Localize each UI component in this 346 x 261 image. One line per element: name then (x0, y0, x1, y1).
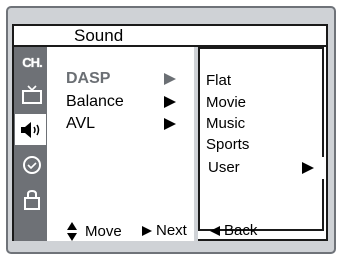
lock-icon-svg (24, 189, 40, 210)
right-arrow-icon (164, 118, 176, 130)
menu-title-bar: Sound (12, 24, 328, 47)
option-movie[interactable]: Movie (206, 94, 246, 112)
footer-back-label: Back (224, 222, 258, 239)
menu-item-label: AVL (66, 115, 96, 132)
speaker-icon[interactable] (15, 114, 46, 145)
ch-icon-label: CH. (22, 54, 42, 70)
option-user-label: User (208, 159, 240, 176)
menu-title: Sound (74, 26, 124, 45)
footer-next-label: Next (156, 222, 187, 239)
footer-move-label: Move (85, 223, 122, 240)
right-arrow-icon (164, 73, 176, 85)
right-arrow-icon (164, 96, 176, 108)
option-music[interactable]: Music (206, 115, 245, 133)
menu-item-label: DASP (66, 70, 111, 87)
option-user-selected[interactable]: User (204, 157, 324, 179)
footer-move: Move (67, 222, 122, 242)
right-arrow-icon (302, 162, 314, 174)
footer-back: Back (210, 222, 257, 240)
tv-icon-svg (22, 85, 42, 104)
ch-icon[interactable]: CH. (21, 51, 43, 73)
option-sports[interactable]: Sports (206, 136, 249, 154)
clock-icon[interactable] (21, 154, 43, 176)
menu-item-balance[interactable]: Balance (66, 93, 186, 111)
right-arrow-icon (142, 226, 152, 236)
option-flat[interactable]: Flat (206, 72, 231, 90)
clock-icon-svg (23, 156, 41, 174)
menu-item-label: Balance (66, 93, 124, 110)
menu-item-dasp[interactable]: DASP (66, 70, 186, 88)
up-down-arrow-icon (67, 222, 77, 242)
left-arrow-icon (210, 226, 220, 236)
lock-icon[interactable] (21, 189, 43, 211)
speaker-icon-svg (20, 121, 39, 138)
help-footer: Move Next Back (14, 222, 326, 242)
footer-next: Next (142, 222, 187, 240)
tv-icon[interactable] (21, 84, 43, 106)
menu-item-avl[interactable]: AVL (66, 115, 186, 133)
